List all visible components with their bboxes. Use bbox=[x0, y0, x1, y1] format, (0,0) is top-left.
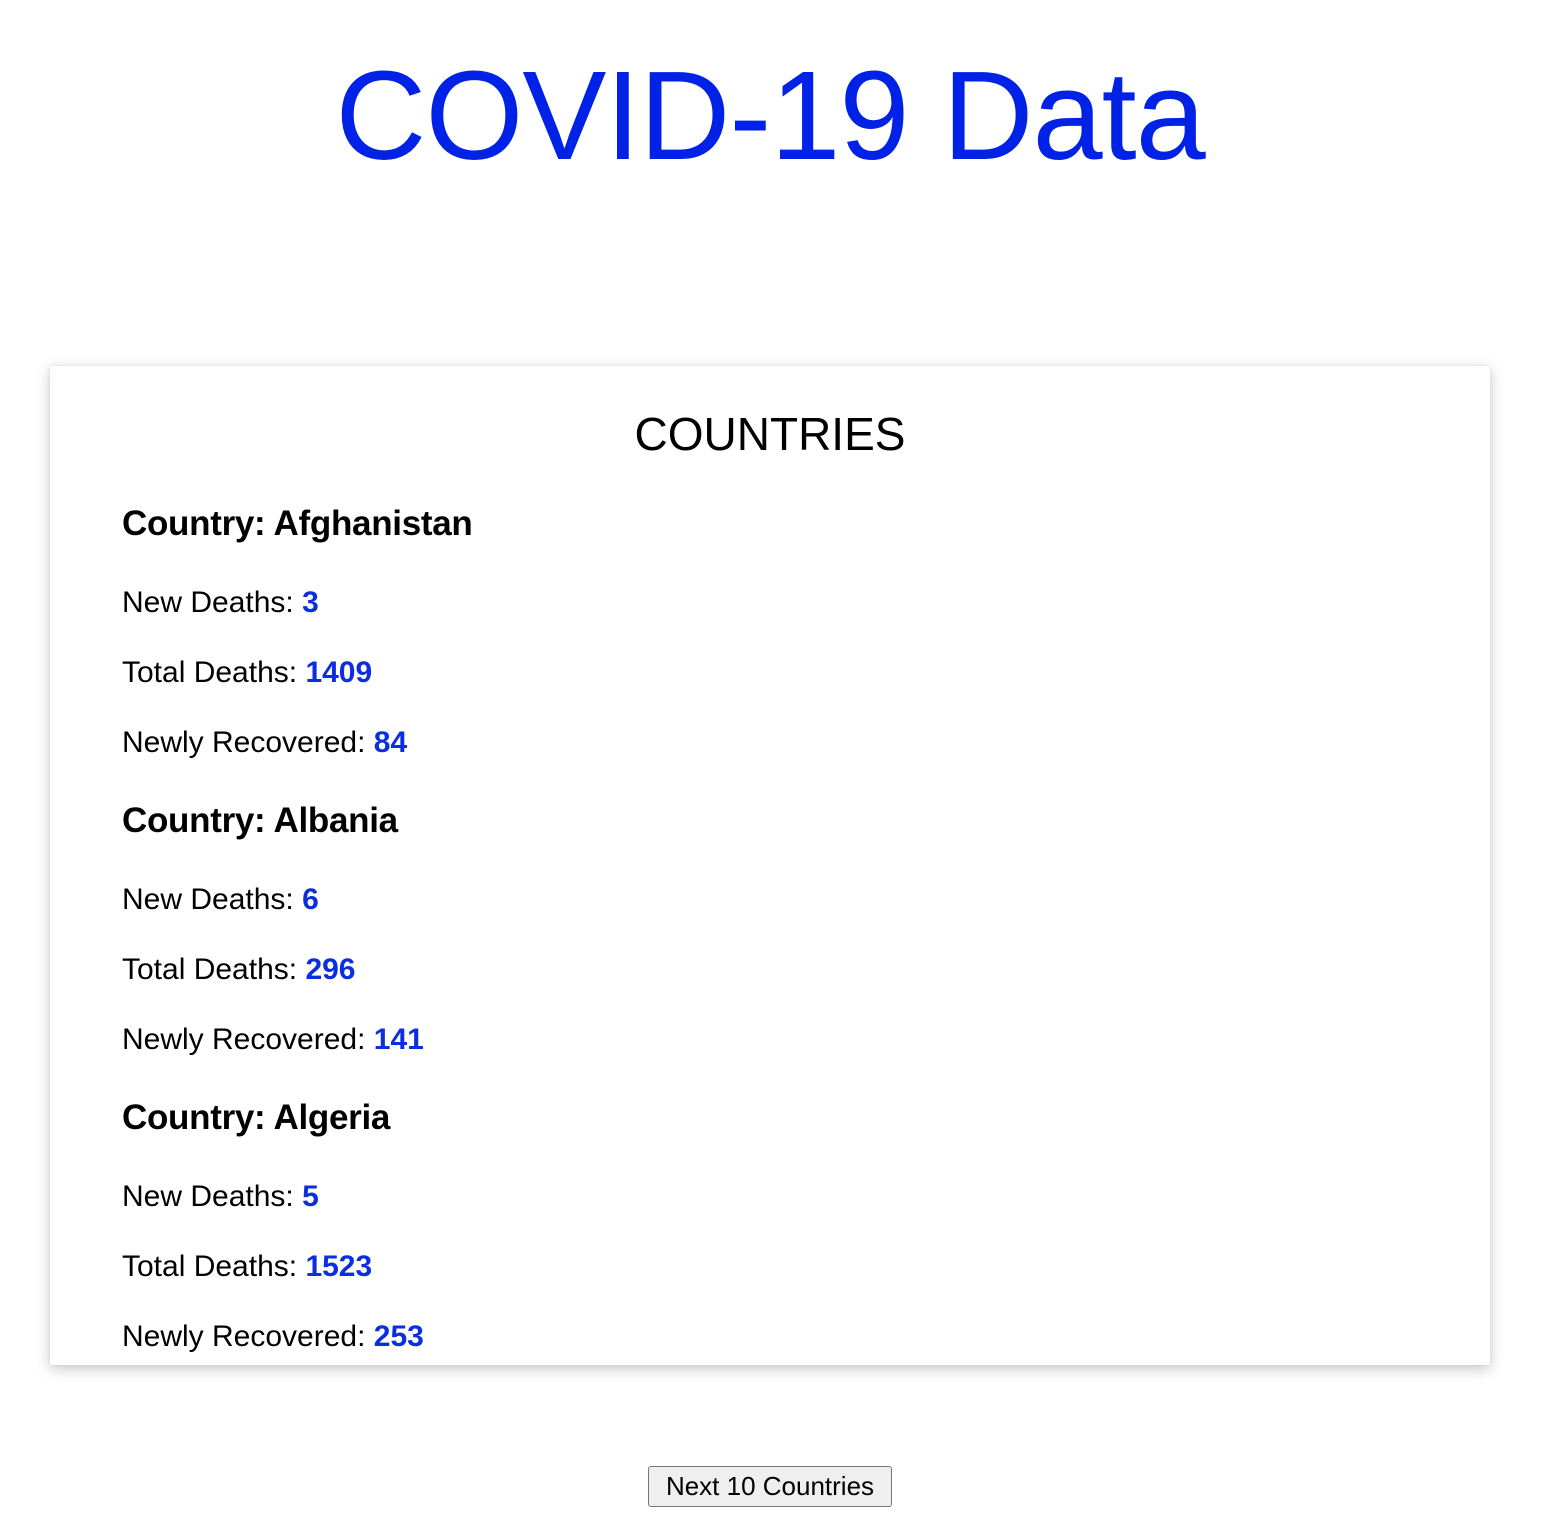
total-deaths-label: Total Deaths: bbox=[122, 953, 306, 986]
newly-recovered-value: 253 bbox=[373, 1320, 424, 1353]
newly-recovered-label: Newly Recovered: bbox=[122, 726, 374, 759]
newly-recovered-value: 141 bbox=[373, 1023, 424, 1056]
newly-recovered-stat: Newly Recovered: 84 bbox=[122, 723, 407, 763]
new-deaths-value: 6 bbox=[302, 883, 319, 916]
country-name: Country: Afghanistan bbox=[122, 504, 473, 543]
country-list: Country: Afghanistan New Deaths: 3 Total… bbox=[122, 496, 1422, 1365]
total-deaths-label: Total Deaths: bbox=[122, 1250, 306, 1283]
total-deaths-value: 1523 bbox=[305, 1250, 373, 1283]
country-name: Country: Algeria bbox=[122, 1098, 391, 1137]
total-deaths-stat: Total Deaths: 1523 bbox=[122, 1247, 372, 1287]
new-deaths-value: 3 bbox=[302, 586, 319, 619]
new-deaths-stat: New Deaths: 3 bbox=[122, 583, 319, 623]
country-item-afghanistan: Country: Afghanistan New Deaths: 3 Total… bbox=[122, 496, 1422, 793]
total-deaths-label: Total Deaths: bbox=[122, 656, 306, 689]
new-deaths-label: New Deaths: bbox=[122, 883, 303, 916]
new-deaths-label: New Deaths: bbox=[122, 586, 303, 619]
countries-card: COUNTRIES Country: Afghanistan New Death… bbox=[50, 366, 1490, 1365]
new-deaths-value: 5 bbox=[302, 1180, 319, 1213]
newly-recovered-value: 84 bbox=[373, 726, 408, 759]
new-deaths-stat: New Deaths: 6 bbox=[122, 880, 319, 920]
next-countries-button[interactable]: Next 10 Countries bbox=[648, 1466, 892, 1507]
country-name: Country: Albania bbox=[122, 801, 398, 840]
page-title: COVID-19 Data bbox=[335, 45, 1205, 186]
newly-recovered-stat: Newly Recovered: 141 bbox=[122, 1020, 424, 1060]
new-deaths-stat: New Deaths: 5 bbox=[122, 1177, 319, 1217]
country-item-albania: Country: Albania New Deaths: 6 Total Dea… bbox=[122, 793, 1422, 1090]
newly-recovered-label: Newly Recovered: bbox=[122, 1320, 374, 1353]
newly-recovered-stat: Newly Recovered: 253 bbox=[122, 1317, 424, 1357]
country-item-algeria: Country: Algeria New Deaths: 5 Total Dea… bbox=[122, 1090, 1422, 1365]
total-deaths-stat: Total Deaths: 1409 bbox=[122, 653, 372, 693]
new-deaths-label: New Deaths: bbox=[122, 1180, 303, 1213]
countries-heading: COUNTRIES bbox=[634, 408, 906, 460]
total-deaths-value: 1409 bbox=[305, 656, 373, 689]
newly-recovered-label: Newly Recovered: bbox=[122, 1023, 374, 1056]
total-deaths-stat: Total Deaths: 296 bbox=[122, 950, 356, 990]
total-deaths-value: 296 bbox=[305, 953, 356, 986]
